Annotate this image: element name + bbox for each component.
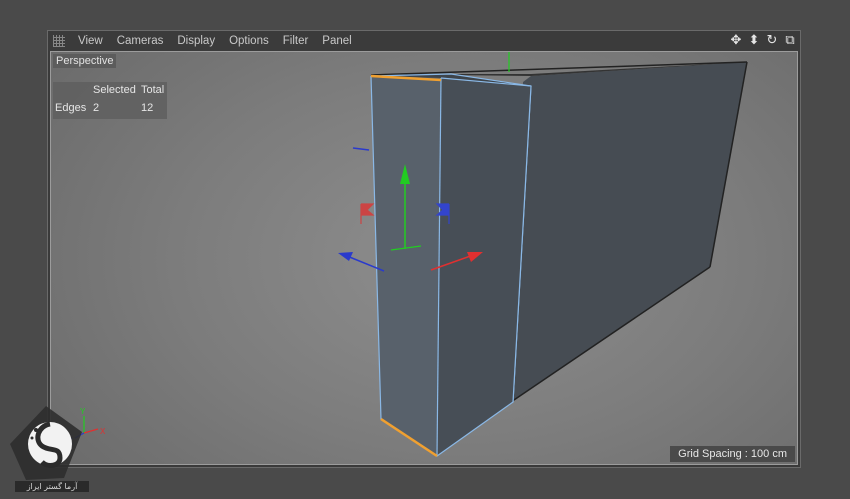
viewport-nav-icons: ✥ ⬍ ↻ ⧉ (728, 32, 798, 49)
watermark-text: آرما گستر ایراز (15, 481, 89, 492)
menu-display[interactable]: Display (170, 35, 222, 47)
hud-header-total: Total (141, 84, 165, 96)
axis-label-x: X (100, 427, 106, 436)
viewport-window: View Cameras Display Options Filter Pane… (47, 30, 801, 468)
block-front-face[interactable] (511, 62, 747, 402)
perspective-viewport[interactable]: Y X Z Perspective Selected Total Edges 2… (50, 51, 798, 465)
grip-icon[interactable] (53, 35, 65, 47)
viewport-menubar: View Cameras Display Options Filter Pane… (48, 31, 800, 51)
dolly-view-icon[interactable]: ⬍ (746, 32, 762, 49)
hud-total-value: 12 (141, 102, 154, 114)
gizmo-x-rotate-flag[interactable] (360, 203, 375, 224)
extrude-side-face[interactable] (437, 78, 531, 456)
grid-spacing-label: Grid Spacing : 100 cm (670, 446, 795, 462)
extrude-front-face[interactable] (371, 76, 441, 456)
hud-selected-value: 2 (93, 102, 100, 114)
hud-header-selected: Selected (93, 84, 136, 96)
toggle-panel-icon[interactable]: ⧉ (782, 32, 798, 49)
gizmo-z-stub (352, 147, 370, 151)
camera-label[interactable]: Perspective (53, 54, 117, 68)
menu-view[interactable]: View (71, 35, 110, 47)
menu-cameras[interactable]: Cameras (110, 35, 171, 47)
move-view-icon[interactable]: ✥ (728, 32, 744, 49)
selection-hud: Selected Total Edges 2 12 (53, 82, 167, 119)
gizmo-z-arrow[interactable] (338, 252, 353, 261)
hud-row-label: Edges (55, 102, 87, 114)
rotate-view-icon[interactable]: ↻ (764, 32, 780, 49)
menu-filter[interactable]: Filter (276, 35, 316, 47)
menu-options[interactable]: Options (222, 35, 276, 47)
menu-panel[interactable]: Panel (315, 35, 358, 47)
